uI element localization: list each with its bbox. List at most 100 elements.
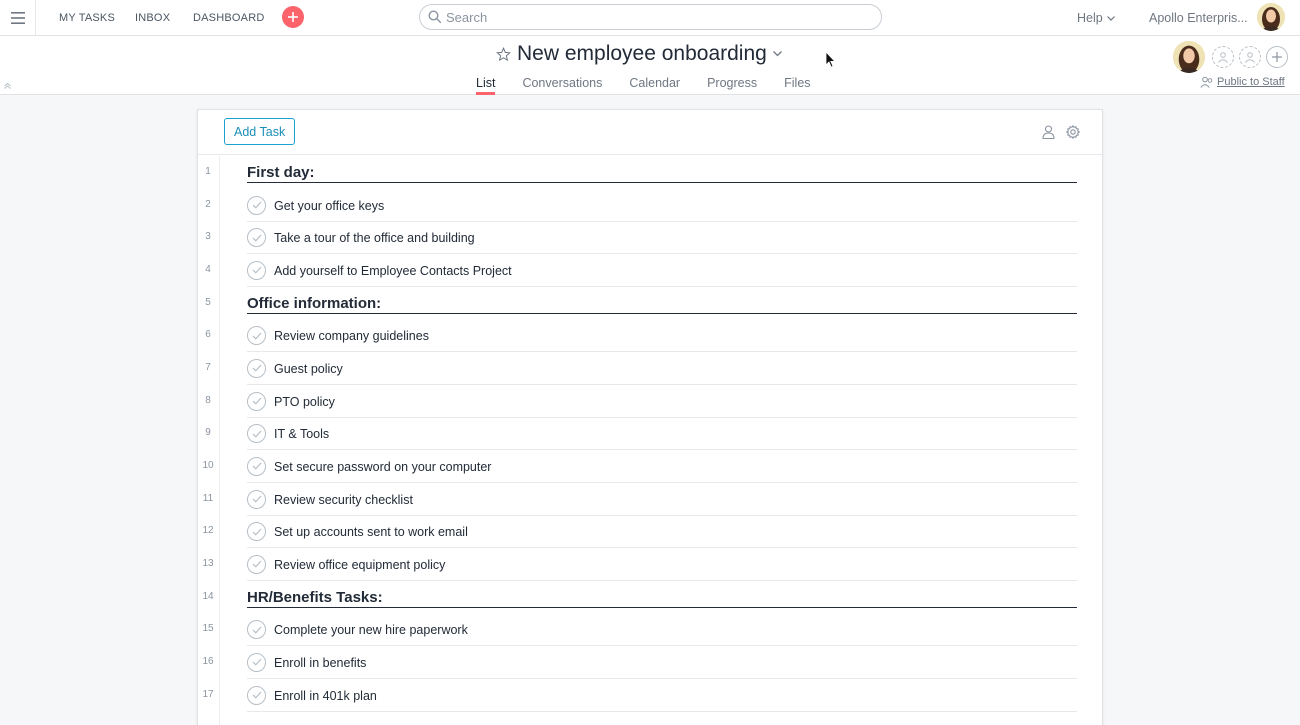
task-row[interactable]: 7 Guest policy [198, 352, 1102, 385]
nav-inbox[interactable]: INBOX [135, 12, 170, 24]
section-title[interactable]: Office information: [247, 295, 1077, 312]
row-number: 9 [205, 427, 211, 439]
section-divider [247, 312, 1077, 314]
search-bar[interactable] [419, 4, 882, 30]
complete-task-checkbox[interactable] [247, 358, 266, 378]
task-row[interactable]: 2 Get your office keys [198, 189, 1102, 222]
task-row[interactable]: 10 Set secure password on your computer [198, 450, 1102, 483]
row-number: 7 [205, 361, 211, 373]
organization-switcher[interactable]: Apollo Enterpris... [1149, 11, 1248, 25]
complete-task-checkbox[interactable] [247, 260, 266, 280]
task-row[interactable]: 8 PTO policy [198, 385, 1102, 418]
star-icon[interactable] [496, 46, 511, 62]
person-icon[interactable] [1042, 125, 1055, 139]
task-name[interactable]: Enroll in benefits [274, 656, 366, 670]
hamburger-icon [10, 11, 25, 24]
task-name[interactable]: Set up accounts sent to work email [274, 525, 468, 539]
privacy-label: Public to Staff [1217, 76, 1285, 88]
search-input[interactable] [446, 9, 866, 26]
task-name[interactable]: Enroll in 401k plan [274, 689, 377, 703]
add-member-button[interactable] [1266, 46, 1288, 68]
task-name[interactable]: Review office equipment policy [274, 558, 445, 572]
task-row[interactable]: 13 Review office equipment policy [198, 548, 1102, 581]
member-avatar[interactable] [1173, 41, 1205, 73]
task-name[interactable]: Complete your new hire paperwork [274, 623, 468, 637]
user-avatar[interactable] [1257, 3, 1285, 31]
empty-member-slot[interactable] [1212, 46, 1234, 68]
task-name[interactable]: IT & Tools [274, 427, 329, 441]
chevron-down-icon [1106, 15, 1115, 21]
nav-my-tasks[interactable]: MY TASKS [59, 12, 115, 24]
complete-task-checkbox[interactable] [247, 522, 266, 542]
complete-task-checkbox[interactable] [247, 228, 266, 248]
task-list-panel: Add Task 1 First day: 2 Get your office key… [197, 109, 1103, 725]
task-name[interactable]: Get your office keys [274, 199, 384, 213]
complete-task-checkbox[interactable] [247, 326, 266, 346]
row-number: 3 [205, 231, 211, 243]
collapse-icon[interactable] [4, 83, 11, 89]
complete-task-checkbox[interactable] [247, 391, 266, 411]
task-row[interactable]: 4 Add yourself to Employee Contacts Proje… [198, 254, 1102, 287]
row-divider [247, 710, 1077, 712]
section-row[interactable]: 14 HR/Benefits Tasks: [198, 581, 1102, 614]
tab-calendar[interactable]: Calendar [629, 76, 680, 95]
empty-member-slot[interactable] [1239, 46, 1261, 68]
check-icon [252, 463, 261, 471]
complete-task-checkbox[interactable] [247, 456, 266, 476]
section-row[interactable]: 1 First day: [198, 156, 1102, 189]
task-name[interactable]: Take a tour of the office and building [274, 231, 475, 245]
complete-task-checkbox[interactable] [247, 652, 266, 672]
check-icon [252, 365, 261, 373]
task-name[interactable]: Review company guidelines [274, 329, 429, 343]
help-menu[interactable]: Help [1077, 11, 1115, 25]
complete-task-checkbox[interactable] [247, 685, 266, 705]
complete-task-checkbox[interactable] [247, 489, 266, 509]
row-number: 2 [205, 198, 211, 210]
nav-dashboard[interactable]: DASHBOARD [193, 12, 264, 24]
hamburger-menu-button[interactable] [0, 0, 36, 35]
complete-task-checkbox[interactable] [247, 195, 266, 215]
chevron-down-icon[interactable] [772, 51, 782, 57]
tab-files[interactable]: Files [784, 76, 810, 95]
task-name[interactable]: Guest policy [274, 362, 343, 376]
task-name[interactable]: Set secure password on your computer [274, 460, 491, 474]
complete-task-checkbox[interactable] [247, 554, 266, 574]
tab-progress[interactable]: Progress [707, 76, 757, 95]
task-row[interactable]: 15 Complete your new hire paperwork [198, 613, 1102, 647]
tab-list[interactable]: List [476, 76, 496, 95]
task-name[interactable]: PTO policy [274, 395, 335, 409]
project-title[interactable]: New employee onboarding [517, 42, 767, 66]
row-number: 8 [205, 394, 211, 406]
row-number: 12 [202, 525, 214, 537]
section-title[interactable]: First day: [247, 164, 1077, 181]
task-row[interactable]: 17 Enroll in 401k plan [198, 679, 1102, 712]
row-number: 10 [202, 459, 214, 471]
gear-icon[interactable] [1066, 125, 1080, 139]
avatar-icon [1173, 41, 1205, 73]
task-row[interactable]: 9 IT & Tools [198, 417, 1102, 451]
task-row[interactable]: 6 Review company guidelines [198, 319, 1102, 353]
person-icon [1245, 52, 1255, 63]
quick-add-button[interactable] [282, 6, 304, 28]
task-row[interactable]: 12 Set up accounts sent to work email [198, 515, 1102, 549]
row-number: 13 [202, 557, 214, 569]
section-title[interactable]: HR/Benefits Tasks: [247, 589, 1077, 606]
tab-conversations[interactable]: Conversations [522, 76, 602, 95]
add-task-button[interactable]: Add Task [224, 118, 296, 145]
section-row[interactable]: 5 Office information: [198, 287, 1102, 320]
task-row[interactable]: 16 Enroll in benefits [198, 646, 1102, 679]
complete-task-checkbox[interactable] [247, 620, 266, 640]
row-number: 5 [205, 296, 211, 308]
list-toolbar: Add Task [198, 110, 1102, 155]
check-icon [252, 528, 261, 536]
task-name[interactable]: Review security checklist [274, 493, 413, 507]
privacy-setting[interactable]: Public to Staff [1200, 76, 1285, 88]
complete-task-checkbox[interactable] [247, 424, 266, 444]
plus-icon [288, 12, 298, 22]
check-icon [252, 430, 261, 438]
row-number: 16 [202, 655, 214, 667]
task-row[interactable]: 3 Take a tour of the office and building [198, 221, 1102, 255]
check-icon [252, 626, 261, 634]
task-row[interactable]: 11 Review security checklist [198, 483, 1102, 516]
task-name[interactable]: Add yourself to Employee Contacts Projec… [274, 264, 512, 278]
